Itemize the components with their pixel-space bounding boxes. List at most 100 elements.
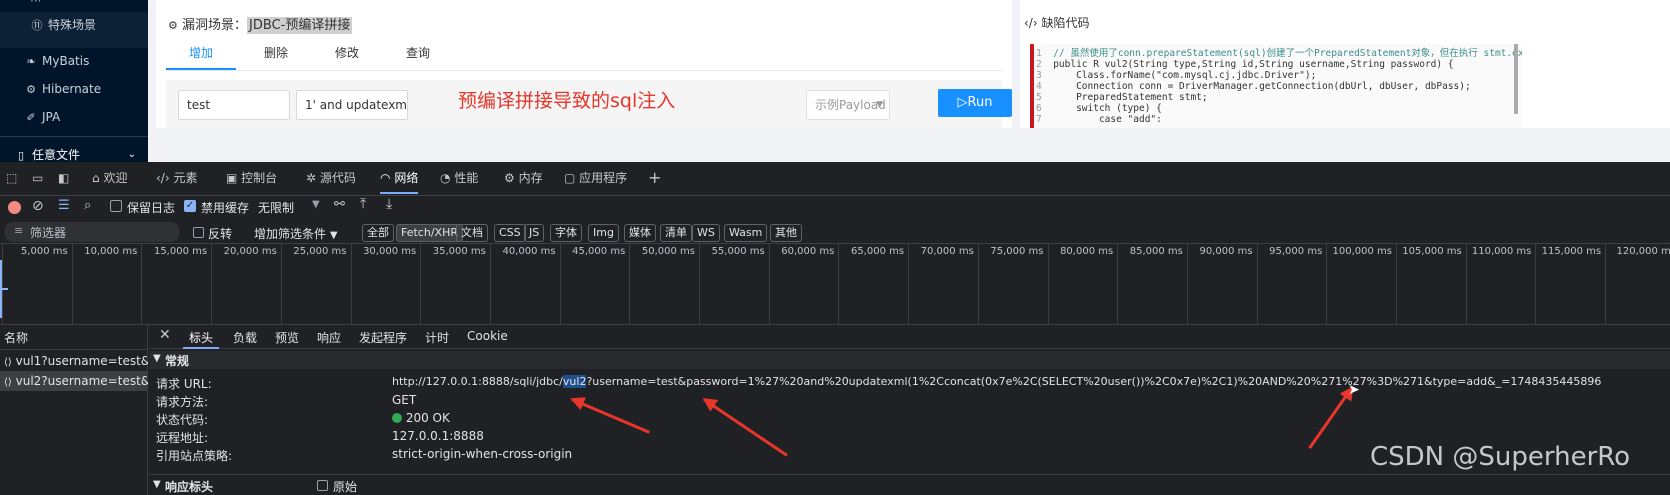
filter-input[interactable]: ≡ 筛选器 [4, 222, 180, 242]
tab-welcome[interactable]: ⌂ 欢迎 [92, 162, 127, 194]
line-number: 7 [1036, 114, 1042, 125]
timeline-tick: 70,000 ms [908, 244, 978, 324]
filter-chip[interactable]: 文档 [456, 224, 488, 242]
sidebar-item-mybatis[interactable]: ❧ MyBatis [0, 48, 148, 74]
general-section-header[interactable]: ▼ 常规 [149, 351, 1670, 369]
tab-console[interactable]: ▣ 控制台 [226, 162, 277, 194]
annotation-arrow [1308, 386, 1354, 449]
dock-icon[interactable]: ◧ [58, 162, 69, 194]
record-icon[interactable] [8, 201, 21, 214]
username-input[interactable]: test [178, 90, 290, 120]
filter-chip[interactable]: JS [524, 224, 545, 242]
timeline-tick-label: 10,000 ms [84, 246, 138, 257]
filter-chip[interactable]: CSS [494, 224, 526, 242]
tab-add[interactable]: 增加 [166, 36, 236, 70]
request-row[interactable]: ⟨⟩ vul1?username=test&p... [0, 351, 148, 371]
tab-cookie[interactable]: Cookie [467, 329, 508, 343]
tab-query[interactable]: 查询 [383, 36, 453, 70]
tab-modify[interactable]: 修改 [312, 36, 382, 70]
tab-performance[interactable]: ◔ 性能 [440, 162, 478, 194]
filter-chip[interactable]: 媒体 [624, 224, 656, 242]
timeline-tick: 75,000 ms [977, 244, 1048, 324]
invert-checkbox[interactable] [193, 227, 204, 238]
sidebar-item-special[interactable]: ⑪ 特殊场景 [0, 12, 148, 38]
disable-cache-checkbox[interactable]: ✓ [184, 200, 196, 212]
code-scrollbar[interactable] [1514, 44, 1518, 114]
tab-payload[interactable]: 负载 [233, 329, 257, 346]
timeline-tick-label: 95,000 ms [1269, 246, 1323, 257]
network-toolbar: ⊘ ☰ ⌕ 保留日志 ✓ 禁用缓存 无限制 ▼ ⚯ ⤒ ⤓ [0, 196, 1670, 220]
add-tab-icon[interactable]: + [648, 162, 661, 194]
tab-application[interactable]: ▢ 应用程序 [564, 162, 627, 194]
status-dot-icon [392, 413, 402, 423]
upload-icon[interactable]: ⤒ [360, 196, 366, 212]
timeline-tick: 120,000 m [1605, 244, 1670, 324]
wifi-icon: ◠ [380, 171, 391, 185]
payload-select[interactable]: 示例Payload ▼ [806, 90, 890, 120]
tab-initiator[interactable]: 发起程序 [359, 329, 407, 346]
section-divider [149, 474, 1670, 475]
tab-response[interactable]: 响应 [317, 329, 341, 346]
tab-memory[interactable]: ⚙ 内存 [504, 162, 543, 194]
code-line: 4 Connection conn = DriverManager.getCon… [1036, 81, 1471, 92]
clear-icon[interactable]: ⊘ [32, 198, 44, 214]
timeline-tick: 25,000 ms [280, 244, 351, 324]
filter-chip[interactable]: 字体 [550, 224, 582, 242]
line-number: 3 [1036, 70, 1042, 81]
tab-sources[interactable]: ✲ 源代码 [306, 162, 356, 194]
timeline-tick: 95,000 ms [1256, 244, 1327, 324]
gear-icon: ⚙ [26, 83, 36, 96]
password-input[interactable]: 1' and updatexml(1,co [296, 90, 408, 120]
timeline-tick: 115,000 ms [1535, 244, 1605, 324]
code-editor[interactable]: 1 // 虽然使用了conn.prepareStatement(sql)创建了一… [1034, 44, 1522, 128]
filter-placeholder: 筛选器 [30, 226, 67, 240]
inspect-icon[interactable]: ⬚ [6, 162, 17, 194]
response-headers-section[interactable]: ▼ 响应标头 原始 [149, 477, 1670, 495]
more-filters-button[interactable]: 增加筛选条件 ▼ [254, 225, 338, 242]
tab-elements[interactable]: ‹/› 元素 [156, 162, 197, 194]
detail-tabbar: ✕ 标头 负载 预览 响应 发起程序 计时 Cookie [149, 325, 1670, 349]
filter-chip[interactable]: Fetch/XHR [396, 224, 463, 242]
invert-label: 反转 [208, 227, 233, 241]
throttle-select[interactable]: 无限制 [258, 199, 294, 216]
network-conditions-icon[interactable]: ⚯ [334, 197, 345, 212]
preserve-log-checkbox[interactable] [110, 200, 122, 212]
tab-timing[interactable]: 计时 [425, 329, 449, 346]
request-list-header[interactable]: 名称 [4, 329, 28, 346]
timeline-tick: 40,000 ms [489, 244, 560, 324]
filter-chip[interactable]: WS [692, 224, 720, 242]
device-icon[interactable]: ▭ [32, 162, 43, 194]
tab-network[interactable]: ◠ 网络 [380, 162, 419, 194]
tab-delete[interactable]: 删除 [241, 36, 311, 70]
pen-icon: ✐ [26, 111, 36, 124]
filter-chip[interactable]: 全部 [362, 224, 394, 242]
line-text: // 虽然使用了conn.prepareStatement(sql)创建了一个P… [1053, 48, 1522, 59]
request-row-selected[interactable]: ⟨⟩ vul2?username=test&p... [0, 371, 148, 391]
download-icon[interactable]: ⤓ [386, 196, 392, 212]
general-title: 常规 [165, 354, 190, 368]
timeline-tick: 85,000 ms [1117, 244, 1187, 324]
search-icon[interactable]: ⌕ [84, 198, 91, 213]
filter-chip[interactable]: 其他 [770, 224, 802, 242]
tab-preview[interactable]: 预览 [275, 329, 299, 346]
tab-headers[interactable]: 标头 [183, 329, 220, 349]
form-area: test 1' and updatexml(1,co 预编译拼接导致的sql注入… [166, 80, 1012, 128]
timeline-tick-label: 55,000 ms [711, 246, 765, 257]
chevron-down-icon: ▼ [312, 199, 320, 210]
filter-settings-icon[interactable]: ☰ [58, 198, 70, 213]
filter-chip[interactable]: Wasm [724, 224, 768, 242]
timeline-tick-label: 25,000 ms [293, 246, 347, 257]
filter-chip[interactable]: 清单 [660, 224, 692, 242]
line-text: case "add": [1053, 114, 1162, 125]
raw-checkbox[interactable] [317, 480, 328, 491]
page: { "sidebar": { "items": [ {"label": "特殊场… [0, 0, 1670, 495]
close-icon[interactable]: ✕ [159, 327, 171, 343]
line-number: 6 [1036, 103, 1042, 114]
sidebar-item-hibernate[interactable]: ⚙ Hibernate [0, 76, 148, 102]
filter-chip[interactable]: Img [588, 224, 619, 242]
timeline-tick-label: 75,000 ms [990, 246, 1044, 257]
sidebar-item-jpa[interactable]: ✐ JPA [0, 104, 148, 130]
code-title: ‹/› 缺陷代码 [1024, 16, 1090, 30]
timeline-tick-label: 35,000 ms [432, 246, 486, 257]
run-button[interactable]: ▷Run [938, 89, 1012, 117]
